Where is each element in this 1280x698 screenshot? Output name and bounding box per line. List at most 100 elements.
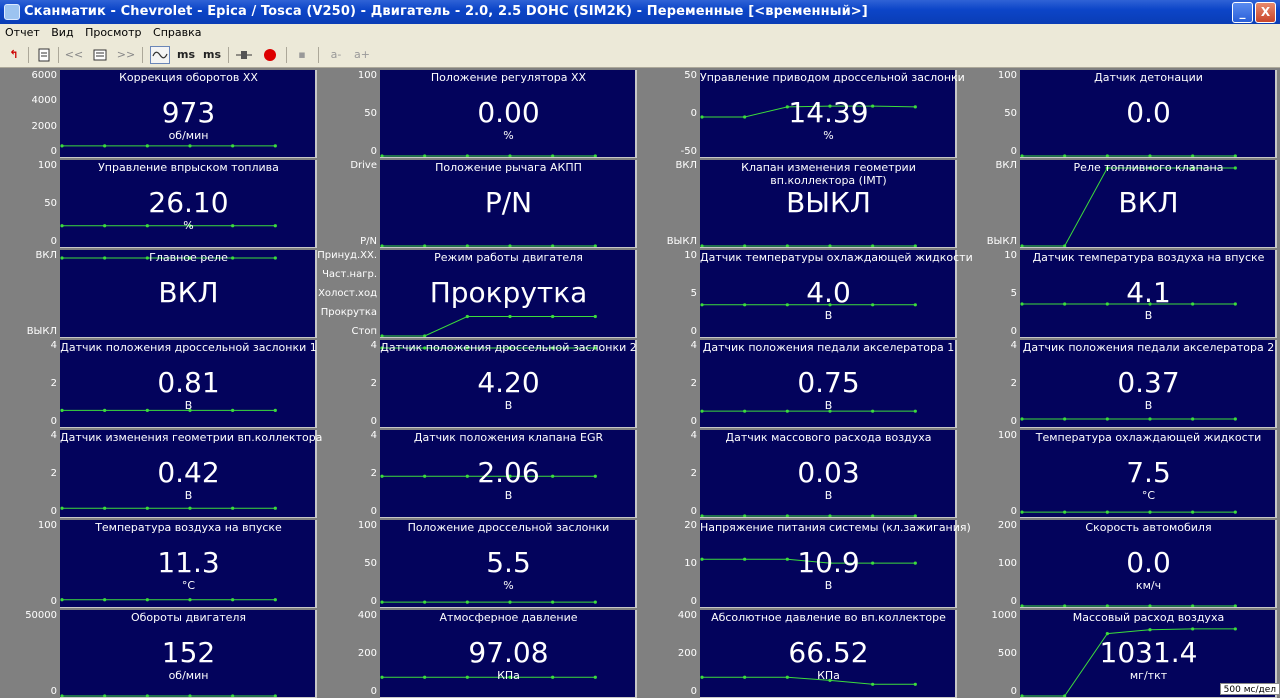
parameter-value: ВКЛ	[1020, 187, 1277, 219]
close-button[interactable]: X	[1255, 2, 1276, 23]
save-icon[interactable]: ▪	[292, 46, 312, 64]
parameter-panel[interactable]: 1050Датчик температуры охлаждающей жидко…	[640, 248, 960, 338]
parameter-unit: км/ч	[1020, 579, 1277, 592]
parameter-plot: Управление приводом дроссельной заслонки…	[700, 70, 957, 158]
parameter-panel[interactable]: 4002000Атмосферное давление97.08КПа	[320, 608, 640, 698]
trace-point	[60, 144, 63, 147]
parameter-title: Режим работы двигателя	[380, 251, 637, 264]
trace-point	[1106, 511, 1109, 514]
forward-icon[interactable]: >>	[116, 46, 136, 64]
menu-report[interactable]: Отчет	[0, 24, 43, 39]
parameter-plot: Атмосферное давление97.08КПа	[380, 610, 637, 698]
trace-point	[1106, 417, 1109, 420]
parameter-panel[interactable]: 4002000Абсолютное давление во вп.коллект…	[640, 608, 960, 698]
parameter-plot: Положение дроссельной заслонки5.5%	[380, 520, 637, 608]
parameter-panel[interactable]: 100500Положение регулятора ХХ0.00%	[320, 68, 640, 158]
trace-point	[914, 683, 917, 686]
parameter-panel[interactable]: 100500Управление впрыском топлива26.10%	[0, 158, 320, 248]
parameter-value: 4.0	[700, 277, 957, 309]
parameter-value: 0.75	[700, 367, 957, 399]
parameter-panel[interactable]: ВКЛВЫКЛГлавное релеВКЛ	[0, 248, 320, 338]
parameter-plot: Датчик положения дроссельной заслонки 10…	[60, 340, 317, 428]
parameter-plot: Датчик положения педали акселератора 2 0.…	[1020, 340, 1277, 428]
y-tick-label: 400	[358, 610, 377, 621]
menu-browse[interactable]: Просмотр	[80, 24, 144, 39]
parameter-panel[interactable]: 6000400020000Коррекция оборотов ХХ973об/…	[0, 68, 320, 158]
graph-mode-icon[interactable]	[150, 46, 170, 64]
parameter-panel[interactable]: 100500Положение дроссельной заслонки5.5%	[320, 518, 640, 608]
ms-up-icon[interactable]: ms	[202, 46, 222, 64]
parameter-value: 0.37	[1020, 367, 1277, 399]
parameter-panel[interactable]: 20100Напряжение питания системы (кл.зажи…	[640, 518, 960, 608]
trace-point	[274, 598, 277, 601]
ms-down-icon[interactable]: ms	[176, 46, 196, 64]
parameter-unit: %	[380, 129, 637, 142]
y-tick-label: 2	[51, 468, 57, 479]
trace-point	[594, 601, 597, 604]
parameter-unit: В	[60, 489, 317, 502]
parameter-title: Датчик положения педали акселератора 2	[1020, 341, 1277, 354]
parameter-panel[interactable]: ВКЛВЫКЛРеле топливного клапанаВКЛ	[960, 158, 1280, 248]
parameter-title: Датчик положения педали акселератора 1	[700, 341, 957, 354]
y-tick-label: 0	[691, 326, 697, 337]
parameter-panel[interactable]: 420Датчик изменения геометрии вп.коллект…	[0, 428, 320, 518]
menu-help[interactable]: Справка	[148, 24, 204, 39]
parameter-value: 14.39	[700, 97, 957, 129]
trace-point	[508, 315, 511, 318]
parameter-panel[interactable]: ВКЛВЫКЛКлапан изменения геометрии вп.кол…	[640, 158, 960, 248]
back-icon[interactable]: <<	[64, 46, 84, 64]
y-tick-label: 50	[364, 558, 377, 569]
trace-point	[1234, 511, 1237, 514]
parameter-plot: Датчик массового расхода воздуха0.03В	[700, 430, 957, 518]
y-tick-label: ВКЛ	[676, 160, 697, 171]
trace-point	[1234, 627, 1237, 630]
y-tick-label: 0	[371, 596, 377, 607]
connector-icon[interactable]	[234, 46, 254, 64]
parameter-panel[interactable]: 420Датчик положения дроссельной заслонки…	[0, 338, 320, 428]
y-tick-label: 2000	[32, 121, 57, 132]
parameter-panel[interactable]: 420Датчик положения педали акселератора …	[640, 338, 960, 428]
minimize-button[interactable]: _	[1232, 2, 1253, 23]
trace-point	[551, 601, 554, 604]
record-icon[interactable]	[260, 46, 280, 64]
y-tick-label: 100	[38, 160, 57, 171]
parameter-panel[interactable]: 420Датчик массового расхода воздуха0.03В	[640, 428, 960, 518]
list-icon[interactable]	[90, 46, 110, 64]
y-tick-label: 50	[364, 108, 377, 119]
parameter-unit: В	[380, 489, 637, 502]
parameter-panel[interactable]: 500000Обороты двигателя152об/мин	[0, 608, 320, 698]
parameter-panel[interactable]: 420Датчик положения дроссельной заслонки…	[320, 338, 640, 428]
parameter-panel[interactable]: DriveP/NПоложение рычага АКППP/N	[320, 158, 640, 248]
exit-arrow-icon[interactable]: ↰	[4, 46, 24, 64]
parameter-plot: Коррекция оборотов ХХ973об/мин	[60, 70, 317, 158]
parameter-value: 152	[60, 637, 317, 669]
parameter-plot: Управление впрыском топлива26.10%	[60, 160, 317, 248]
parameter-panel[interactable]: 2001000Скорость автомобиля0.0км/ч	[960, 518, 1280, 608]
parameter-plot: Датчик положения дроссельной заслонки 24…	[380, 340, 637, 428]
parameter-panel[interactable]: 500-50Управление приводом дроссельной за…	[640, 68, 960, 158]
menu-view[interactable]: Вид	[46, 24, 76, 39]
app-icon	[4, 4, 20, 20]
y-tick-label: 0	[1011, 416, 1017, 427]
parameter-panel[interactable]: 100500Датчик детонации0.0	[960, 68, 1280, 158]
parameter-panel[interactable]: Принуд.ХХ.Част.нагр.Холост.ходПрокруткаС…	[320, 248, 640, 338]
report-icon[interactable]	[34, 46, 54, 64]
parameter-panel[interactable]: 420Датчик положения клапана EGR2.06В	[320, 428, 640, 518]
toolbar-separator	[318, 47, 319, 63]
trace-line	[382, 317, 595, 337]
toolbar-separator	[28, 47, 29, 63]
font-down-icon[interactable]: a-	[326, 46, 346, 64]
trace-point	[146, 507, 149, 510]
parameter-title: Клапан изменения геометрии вп.коллектора…	[700, 161, 957, 187]
parameter-panel[interactable]: 420Датчик положения педали акселератора …	[960, 338, 1280, 428]
parameter-unit: КПа	[700, 669, 957, 682]
trace-point	[508, 601, 511, 604]
font-up-icon[interactable]: a+	[352, 46, 372, 64]
parameter-plot: Датчик детонации0.0	[1020, 70, 1277, 158]
parameter-panel[interactable]: 1000Температура охлаждающей жидкости7.5°…	[960, 428, 1280, 518]
parameter-value: 97.08	[380, 637, 637, 669]
parameter-panel[interactable]: 1000Температура воздуха на впуске11.3°С	[0, 518, 320, 608]
parameter-panel[interactable]: 1050Датчик температура воздуха на впуске…	[960, 248, 1280, 338]
parameter-value: 4.1	[1020, 277, 1277, 309]
y-tick-label: 100	[38, 520, 57, 531]
